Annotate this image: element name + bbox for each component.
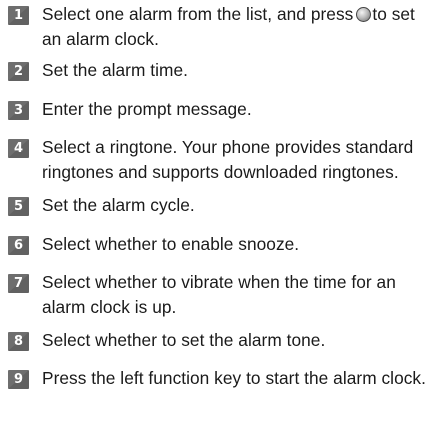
step-text: Enter the prompt message. — [42, 99, 252, 119]
step-number-badge: 5 — [8, 197, 29, 216]
step-text: Select whether to vibrate when the time … — [42, 272, 396, 317]
step-number: 5 — [13, 199, 24, 214]
step-number: 2 — [13, 64, 24, 79]
step-number-badge: 1 — [8, 6, 29, 25]
step-number: 1 — [13, 8, 24, 23]
step-number-badge: 8 — [8, 332, 29, 351]
step-text: Set the alarm cycle. — [42, 195, 195, 215]
step-text: Set the alarm time. — [42, 60, 188, 80]
step-text: Select one alarm from the list, and pres… — [42, 2, 434, 51]
step-number-badge: 7 — [8, 274, 29, 293]
step-number: 6 — [13, 238, 24, 253]
step-number-badge: 4 — [8, 139, 29, 158]
step-number: 3 — [13, 103, 24, 118]
step-number-badge: 2 — [8, 62, 29, 81]
step-number-badge: 3 — [8, 101, 29, 120]
ok-key-icon — [356, 7, 372, 22]
step-text: Select a ringtone. Your phone provides s… — [42, 137, 414, 182]
step-number-badge: 6 — [8, 236, 29, 255]
step-text-part: Select one alarm from the list, and pres… — [42, 4, 354, 24]
step-number: 4 — [13, 141, 24, 156]
step-number: 8 — [13, 334, 24, 349]
step-number: 9 — [13, 372, 24, 387]
step-text: Select whether to set the alarm tone. — [42, 330, 326, 350]
step-text: Press the left function key to start the… — [42, 368, 426, 388]
step-number: 7 — [13, 276, 24, 291]
step-number-badge: 9 — [8, 370, 29, 389]
step-text: Select whether to enable snooze. — [42, 234, 300, 254]
